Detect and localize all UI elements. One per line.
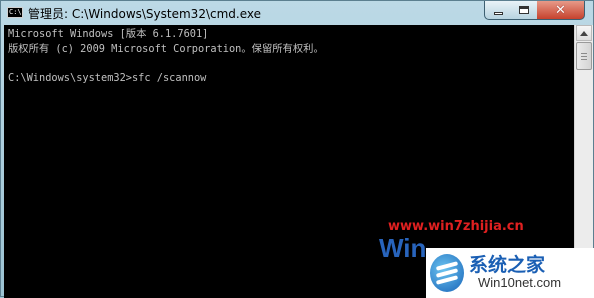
scroll-thumb[interactable] [576,42,592,70]
window-title: 管理员: C:\Windows\System32\cmd.exe [28,7,261,21]
grip-line [581,59,587,60]
close-button[interactable]: ✕ [537,1,585,20]
watermark-site-url: www.win7zhijia.cn [388,219,524,234]
grip-line [581,56,587,57]
minimize-button[interactable] [484,1,512,20]
badge-brand-name: 系统之家 [469,254,546,276]
maximize-button[interactable] [511,1,538,20]
console-line-command: C:\Windows\system32>sfc /scannow [8,72,207,84]
cmd-window: C:\ 管理员: C:\Windows\System32\cmd.exe ✕ M… [0,0,594,298]
console-line-copyright: 版权所有 (c) 2009 Microsoft Corporation。保留所有… [8,43,324,55]
console-line-version: Microsoft Windows [版本 6.1.7601] [8,28,209,40]
badge-brand-url: Win10net.com [478,275,562,290]
close-icon: ✕ [555,2,566,18]
maximize-icon [519,6,529,14]
arrow-up-icon [580,30,588,36]
grip-line [581,53,587,54]
title-bar[interactable]: C:\ 管理员: C:\Windows\System32\cmd.exe ✕ [1,1,593,25]
scroll-up-button[interactable] [576,25,592,41]
watermark-badge: 系统之家 Win10net.com [426,248,594,298]
watermark-brand-text: Win [379,233,427,263]
brand-logo-icon [430,254,464,292]
cmd-app-icon[interactable]: C:\ [7,7,23,18]
minimize-icon [493,11,503,15]
